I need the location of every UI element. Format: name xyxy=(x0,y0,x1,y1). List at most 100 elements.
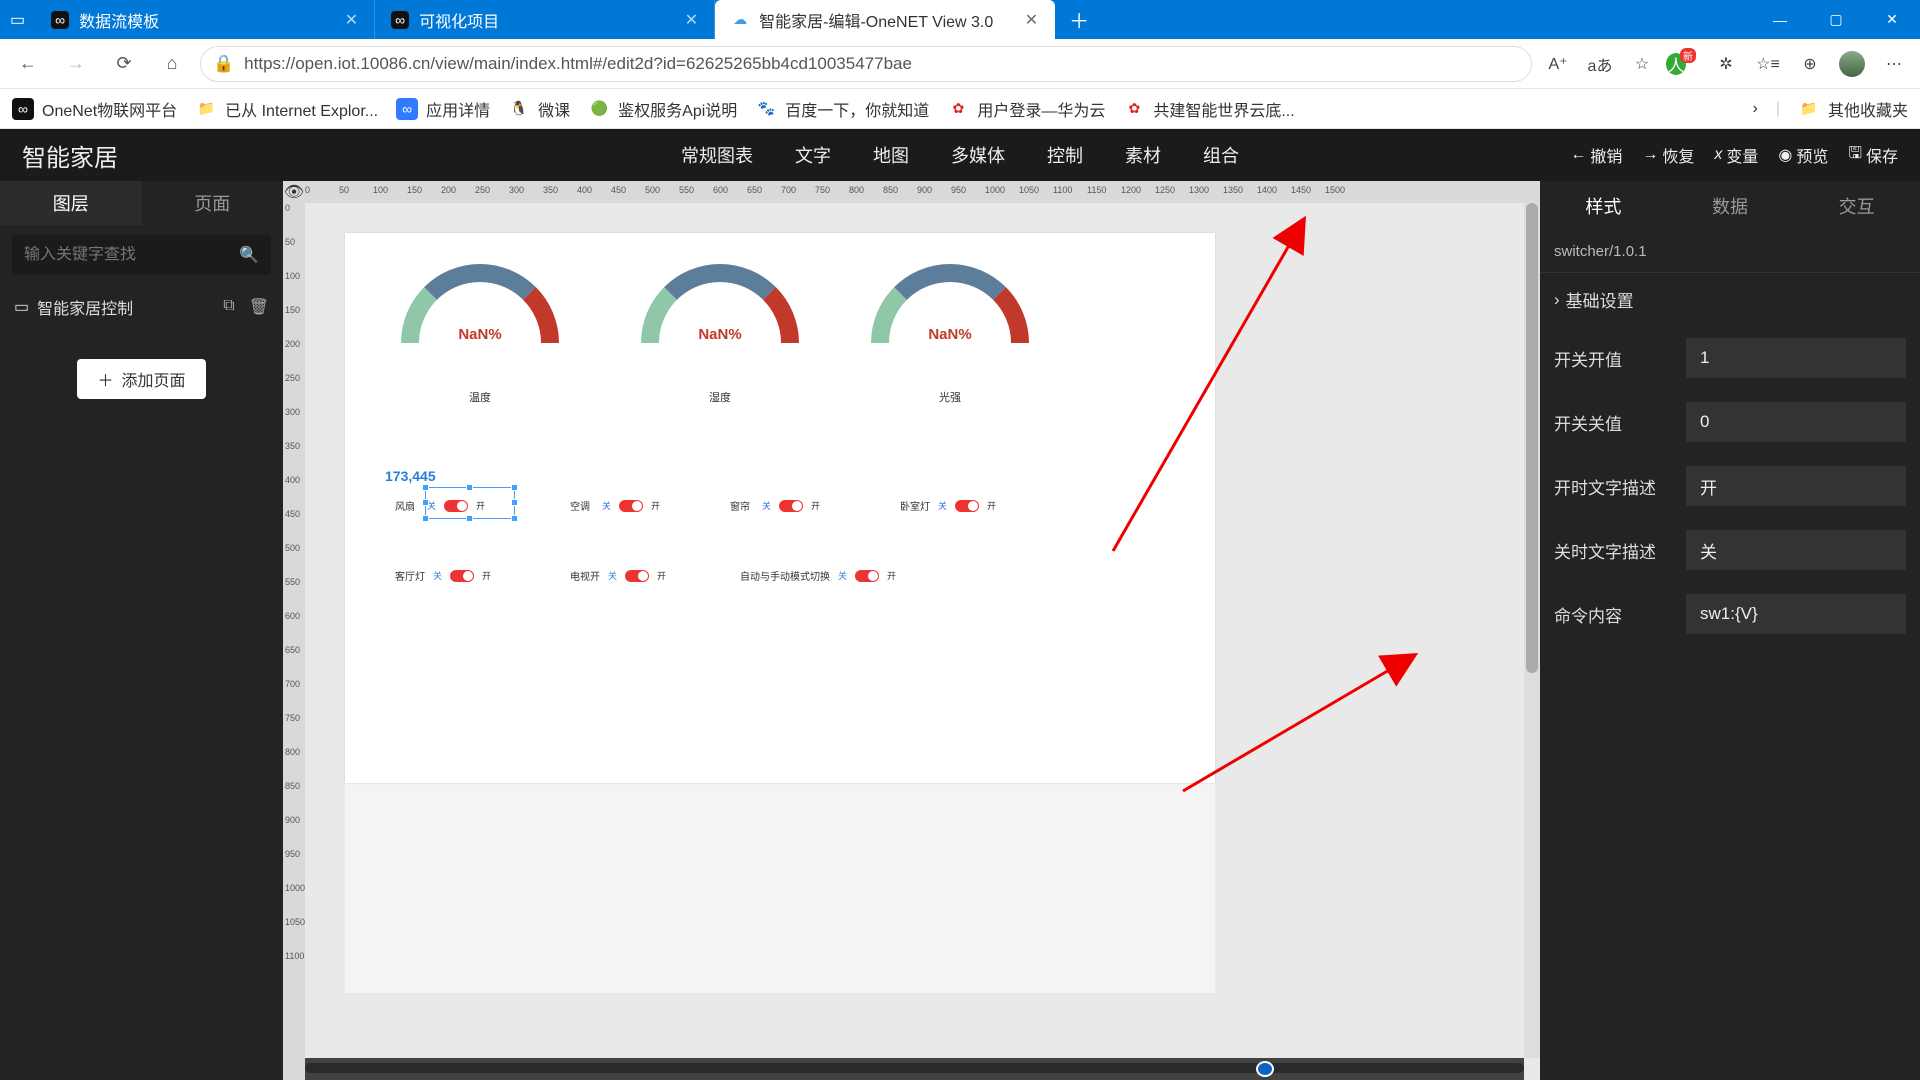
layer-search[interactable]: 🔍 xyxy=(12,235,271,275)
tab-style[interactable]: 样式 xyxy=(1540,181,1667,231)
bookmark-label: OneNet物联网平台 xyxy=(42,97,177,121)
url-text: https://open.iot.10086.cn/view/main/inde… xyxy=(244,54,912,74)
copy-icon[interactable]: ⧉ xyxy=(223,297,234,317)
forward-button[interactable]: → xyxy=(56,44,96,84)
bookmark-item[interactable]: 🐾百度一下，你就知道 xyxy=(755,97,929,121)
back-button[interactable]: ← xyxy=(8,44,48,84)
collections-icon[interactable]: ⊕ xyxy=(1792,46,1828,82)
right-panel: 样式 数据 交互 switcher/1.0.1 ›基础设置 开关开值 开关关值 … xyxy=(1540,181,1920,1080)
bookmark-item[interactable]: ∞应用详情 xyxy=(396,97,490,121)
menu-asset[interactable]: 素材 xyxy=(1125,142,1161,168)
tab-data[interactable]: 数据 xyxy=(1667,181,1794,231)
switch-living-light[interactable]: 客厅灯关开 xyxy=(395,568,491,583)
address-bar[interactable]: 🔒 https://open.iot.10086.cn/view/main/in… xyxy=(200,46,1532,82)
left-tabs: 图层 页面 xyxy=(0,181,283,225)
on-text-input[interactable] xyxy=(1700,476,1892,496)
avatar[interactable] xyxy=(1834,46,1870,82)
toggle-icon[interactable] xyxy=(450,570,474,582)
new-tab-button[interactable]: ＋ xyxy=(1055,0,1103,39)
bookmark-item[interactable]: 🐧微课 xyxy=(508,97,570,121)
bookmark-item[interactable]: ✿共建智能世界云底... xyxy=(1123,97,1294,121)
canvas-zoom-slider[interactable] xyxy=(305,1058,1524,1080)
off-text-input[interactable] xyxy=(1700,540,1892,560)
toggle-icon[interactable] xyxy=(625,570,649,582)
refresh-button[interactable]: ⟳ xyxy=(104,44,144,84)
canvas-vscrollbar[interactable] xyxy=(1524,203,1540,1058)
bookmark-item[interactable]: 📁已从 Internet Explor... xyxy=(195,97,378,121)
window-maximize-button[interactable]: ▢ xyxy=(1808,0,1864,39)
menu-text[interactable]: 文字 xyxy=(795,142,831,168)
on-value-input[interactable] xyxy=(1700,348,1892,368)
toggle-icon[interactable] xyxy=(855,570,879,582)
browser-tab-1[interactable]: ∞ 可视化项目 ✕ xyxy=(375,0,715,39)
readaloud-icon[interactable]: A⁺ xyxy=(1540,46,1576,82)
tab-pages[interactable]: 页面 xyxy=(142,181,284,225)
menu-map[interactable]: 地图 xyxy=(873,142,909,168)
switch-curtain[interactable]: 窗帘关开 xyxy=(730,498,820,513)
favorites-bar-icon[interactable]: ☆≡ xyxy=(1750,46,1786,82)
switch-tv[interactable]: 电视开关开 xyxy=(570,568,666,583)
add-page-button[interactable]: ＋ 添加页面 xyxy=(77,359,205,399)
close-icon[interactable]: ✕ xyxy=(1025,10,1038,30)
tab-layers[interactable]: 图层 xyxy=(0,181,142,225)
redo-button[interactable]: → 恢复 xyxy=(1642,143,1694,167)
off-value-input[interactable] xyxy=(1700,412,1892,432)
gauge-humidity[interactable]: NaN% 湿度 xyxy=(635,248,805,405)
extensions-icon[interactable]: ✲ xyxy=(1708,46,1744,82)
window-close-button[interactable]: ✕ xyxy=(1864,0,1920,39)
more-icon[interactable]: ⋯ xyxy=(1876,46,1912,82)
browser-tab-0[interactable]: ∞ 数据流模板 ✕ xyxy=(35,0,375,39)
canvas-area[interactable]: 👁 05010015020025030035040045050055060065… xyxy=(283,181,1540,1080)
gauge-temperature[interactable]: NaN% 温度 xyxy=(395,248,565,405)
preview-button[interactable]: ◉ 预览 xyxy=(1778,143,1828,167)
profile-icon[interactable]: 人新 xyxy=(1666,46,1702,82)
undo-button[interactable]: ← 撤销 xyxy=(1570,143,1622,167)
toolbar-right: A⁺ aあ ☆ 人新 ✲ ☆≡ ⊕ ⋯ xyxy=(1540,46,1912,82)
close-icon[interactable]: ✕ xyxy=(345,10,358,30)
home-button[interactable]: ⌂ xyxy=(152,44,192,84)
field-off-text: 关时文字描述 xyxy=(1540,518,1920,582)
bookmark-item[interactable]: ∞OneNet物联网平台 xyxy=(12,97,177,121)
menu-media[interactable]: 多媒体 xyxy=(951,142,1005,168)
favorite-icon[interactable]: ☆ xyxy=(1624,46,1660,82)
menu-control[interactable]: 控制 xyxy=(1047,142,1083,168)
tab-title: 可视化项目 xyxy=(419,8,499,32)
field-label: 开关关值 xyxy=(1554,410,1674,435)
tab-interact[interactable]: 交互 xyxy=(1793,181,1920,231)
bookmark-item[interactable]: 🟢鉴权服务Api说明 xyxy=(588,97,737,121)
field-label: 关时文字描述 xyxy=(1554,538,1674,563)
switch-mode[interactable]: 自动与手动模式切换关开 xyxy=(740,568,896,583)
trash-icon[interactable]: 🗑 xyxy=(249,297,269,317)
switch-ac[interactable]: 空调关开 xyxy=(570,498,660,513)
bookmark-overflow[interactable]: › xyxy=(1753,100,1758,118)
visibility-icon[interactable]: 👁 xyxy=(283,181,305,203)
search-input[interactable] xyxy=(24,246,239,264)
variables-button[interactable]: x 变量 xyxy=(1714,143,1758,167)
save-button[interactable]: 🖫 保存 xyxy=(1848,142,1898,169)
window-minimize-button[interactable]: — xyxy=(1752,0,1808,39)
close-icon[interactable]: ✕ xyxy=(685,10,698,30)
number-display[interactable]: 173,445 xyxy=(385,468,436,484)
menu-chart[interactable]: 常规图表 xyxy=(681,142,753,168)
gauge-value: NaN% xyxy=(865,326,1035,343)
browser-titlebar: ▭ ∞ 数据流模板 ✕ ∞ 可视化项目 ✕ ☁ 智能家居-编辑-OneNET V… xyxy=(0,0,1920,39)
toggle-icon[interactable] xyxy=(619,500,643,512)
layer-item[interactable]: ▭ 智能家居控制 ⧉ 🗑 xyxy=(0,285,283,329)
os-tabview-icon[interactable]: ▭ xyxy=(0,0,35,39)
browser-tab-2[interactable]: ☁ 智能家居-编辑-OneNET View 3.0 ✕ xyxy=(715,0,1055,39)
toggle-icon[interactable] xyxy=(955,500,979,512)
lock-icon: 🔒 xyxy=(213,54,234,74)
other-bookmarks[interactable]: 📁其他收藏夹 xyxy=(1798,97,1908,121)
switch-bedroom-light[interactable]: 卧室灯关开 xyxy=(900,498,996,513)
search-icon[interactable]: 🔍 xyxy=(239,245,259,265)
canvas-stage[interactable]: NaN% 温度 NaN% 湿度 xyxy=(345,233,1215,993)
toggle-icon[interactable] xyxy=(779,500,803,512)
translate-icon[interactable]: aあ xyxy=(1582,46,1618,82)
selection-box[interactable] xyxy=(425,487,515,519)
dashboard-page[interactable]: NaN% 温度 NaN% 湿度 xyxy=(345,233,1215,783)
gauge-light[interactable]: NaN% 光强 xyxy=(865,248,1035,405)
cmd-input[interactable] xyxy=(1700,604,1892,624)
bookmark-item[interactable]: ✿用户登录—华为云 xyxy=(947,97,1105,121)
section-basic[interactable]: ›基础设置 xyxy=(1540,272,1920,326)
menu-group[interactable]: 组合 xyxy=(1203,142,1239,168)
